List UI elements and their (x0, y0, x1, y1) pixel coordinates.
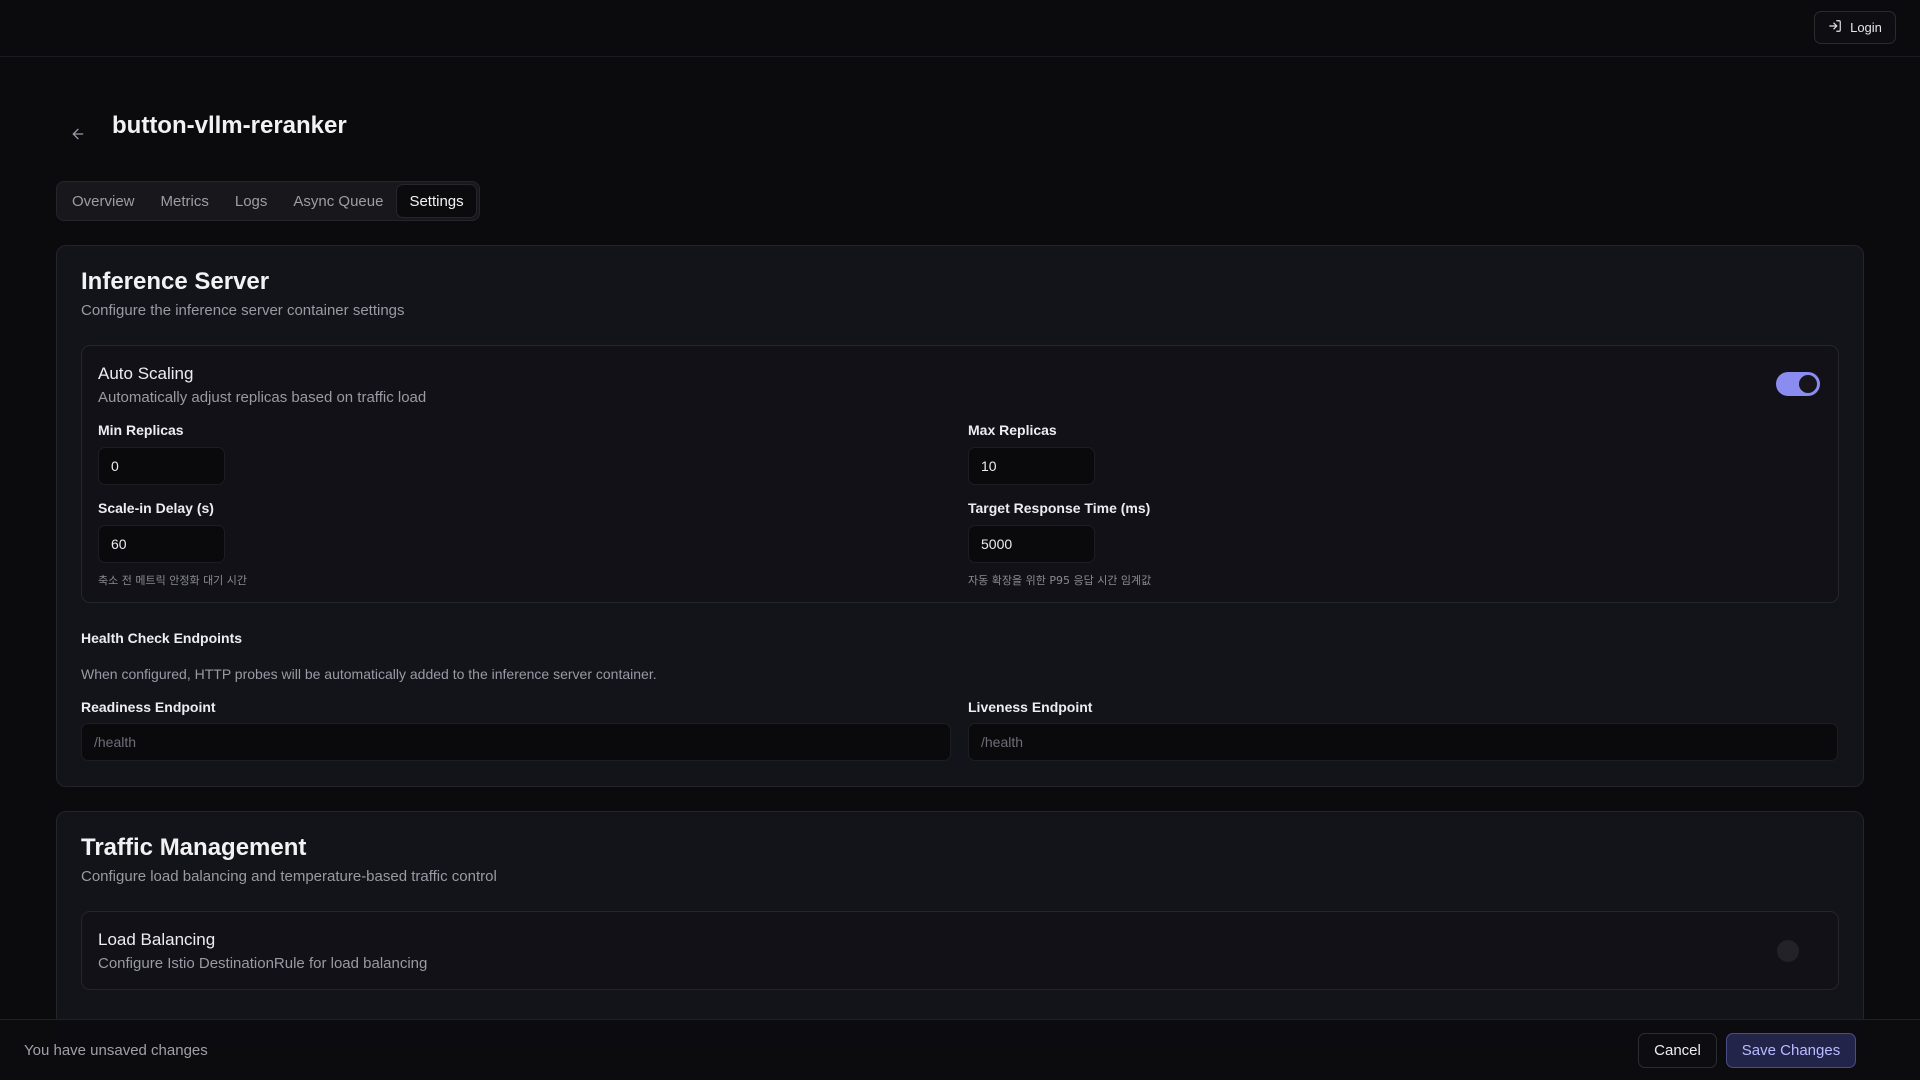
card-title: Inference Server (81, 268, 270, 295)
card-subtitle: Configure the inference server container… (81, 302, 405, 319)
auto-scaling-subtitle: Automatically adjust replicas based on t… (98, 389, 427, 406)
readiness-endpoint-label: Readiness Endpoint (81, 699, 216, 715)
traffic-management-card: Traffic Management Configure load balanc… (56, 811, 1864, 1051)
liveness-endpoint-label: Liveness Endpoint (968, 699, 1093, 715)
toggle-knob (1799, 375, 1817, 393)
load-balancing-toggle[interactable] (1777, 940, 1799, 962)
min-replicas-label: Min Replicas (98, 422, 184, 438)
health-check-description: When configured, HTTP probes will be aut… (81, 666, 657, 682)
card-subtitle: Configure load balancing and temperature… (81, 868, 497, 885)
login-label: Login (1850, 20, 1882, 35)
load-balancing-panel: Load Balancing Configure Istio Destinati… (81, 911, 1839, 990)
tab-overview[interactable]: Overview (60, 185, 147, 217)
unsaved-changes-bar: You have unsaved changes Cancel Save Cha… (0, 1019, 1920, 1080)
save-changes-button[interactable]: Save Changes (1726, 1033, 1856, 1068)
liveness-endpoint-input[interactable] (968, 723, 1838, 761)
arrow-left-icon[interactable] (68, 126, 88, 146)
min-replicas-input[interactable] (98, 447, 225, 485)
tab-async-queue[interactable]: Async Queue (281, 185, 395, 217)
scale-in-delay-hint: 축소 전 메트릭 안정화 대기 시간 (98, 574, 248, 587)
scale-in-delay-label: Scale-in Delay (s) (98, 500, 214, 516)
login-icon (1828, 19, 1842, 36)
inference-server-card: Inference Server Configure the inference… (56, 245, 1864, 787)
unsaved-changes-message: You have unsaved changes (24, 1042, 208, 1059)
target-response-time-label: Target Response Time (ms) (968, 500, 1151, 516)
max-replicas-label: Max Replicas (968, 422, 1057, 438)
tab-settings[interactable]: Settings (397, 185, 476, 217)
load-balancing-title: Load Balancing (98, 930, 216, 949)
auto-scaling-panel: Auto Scaling Automatically adjust replic… (81, 345, 1839, 603)
max-replicas-input[interactable] (968, 447, 1095, 485)
tab-bar: Overview Metrics Logs Async Queue Settin… (56, 181, 480, 221)
health-check-title: Health Check Endpoints (81, 630, 243, 646)
cancel-button[interactable]: Cancel (1638, 1033, 1717, 1068)
auto-scaling-toggle[interactable] (1776, 372, 1820, 396)
tab-metrics[interactable]: Metrics (149, 185, 221, 217)
target-response-time-input[interactable] (968, 525, 1095, 563)
scale-in-delay-input[interactable] (98, 525, 225, 563)
auto-scaling-title: Auto Scaling (98, 364, 194, 383)
card-title: Traffic Management (81, 834, 307, 861)
target-response-time-hint: 자동 확장을 위한 P95 응답 시간 임계값 (968, 574, 1152, 587)
load-balancing-subtitle: Configure Istio DestinationRule for load… (98, 955, 428, 972)
tab-logs[interactable]: Logs (223, 185, 280, 217)
readiness-endpoint-input[interactable] (81, 723, 951, 761)
top-bar: Login (0, 0, 1920, 57)
login-button[interactable]: Login (1814, 11, 1896, 44)
page-title: button-vllm-reranker (112, 112, 347, 139)
